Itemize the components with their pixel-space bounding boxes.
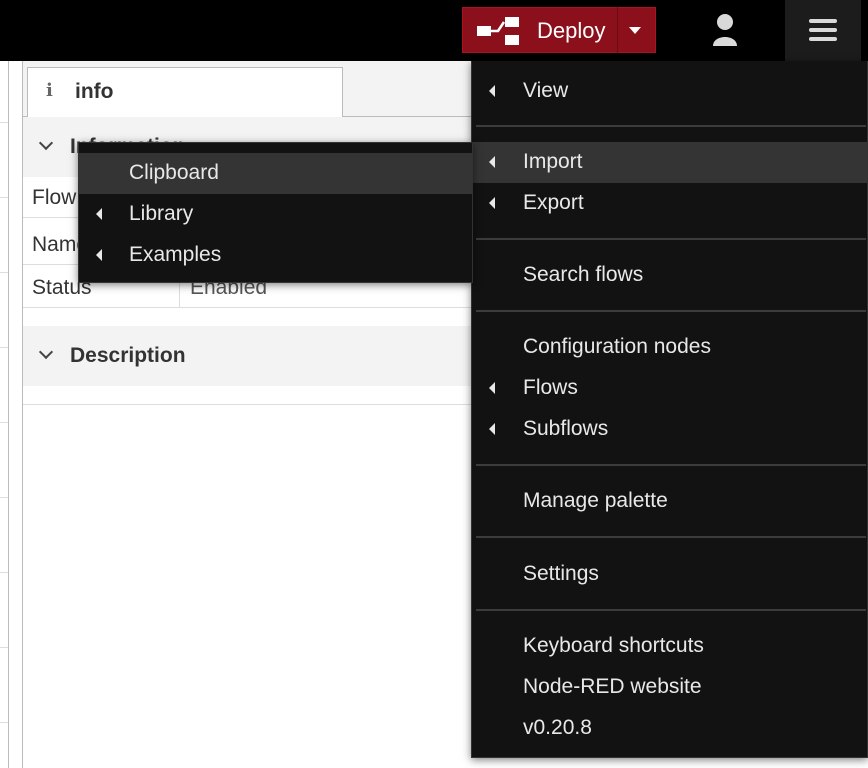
chevron-down-icon xyxy=(38,344,54,360)
menu-item-settings[interactable]: Settings xyxy=(472,554,867,595)
section-description-title: Description xyxy=(70,344,186,367)
workspace-grid-line xyxy=(0,497,8,498)
workspace-grid-line xyxy=(0,422,8,423)
menu-divider xyxy=(476,310,866,312)
caret-left-icon xyxy=(96,249,102,261)
workspace-grid-line xyxy=(0,122,8,123)
menu-divider xyxy=(476,238,866,240)
chevron-down-icon xyxy=(38,135,54,151)
workspace-grid-line xyxy=(0,647,8,648)
tab-info[interactable]: i info xyxy=(27,67,343,118)
menu-item-search-flows[interactable]: Search flows xyxy=(472,255,867,296)
caret-left-icon xyxy=(489,423,495,435)
menu-item-label: Search flows xyxy=(523,263,644,286)
workspace-grid-line xyxy=(0,197,8,198)
section-description-header[interactable]: Description xyxy=(23,326,483,386)
menu-divider xyxy=(476,609,866,611)
description-divider xyxy=(23,404,483,405)
menu-item-label: Keyboard shortcuts xyxy=(523,634,704,657)
menu-item-label: Subflows xyxy=(523,417,609,440)
info-icon: i xyxy=(46,80,53,101)
workspace-grid-line xyxy=(0,347,8,348)
tab-info-label: info xyxy=(75,80,114,103)
submenu-item-label: Library xyxy=(129,202,194,225)
menu-item-label: Export xyxy=(523,191,584,214)
menu-item-keyboard-shortcuts[interactable]: Keyboard shortcuts xyxy=(472,626,867,667)
user-button[interactable] xyxy=(703,10,747,50)
header-bar: Deploy xyxy=(0,0,868,61)
workspace-canvas[interactable] xyxy=(0,61,9,768)
submenu-item-clipboard[interactable]: Clipboard xyxy=(79,153,472,194)
menu-item-label: Configuration nodes xyxy=(523,335,711,358)
version-label: v0.20.8 xyxy=(523,716,592,739)
deploy-label: Deploy xyxy=(537,18,606,43)
deploy-separator xyxy=(617,7,618,53)
caret-left-icon xyxy=(489,156,495,168)
menu-item-export[interactable]: Export xyxy=(472,183,867,224)
menu-item-flows[interactable]: Flows xyxy=(472,368,867,409)
main-menu: View Import Export Search flows Configur… xyxy=(471,61,868,758)
import-submenu: Clipboard Library Examples xyxy=(78,142,473,283)
menu-item-label: Flows xyxy=(523,376,578,399)
submenu-item-examples[interactable]: Examples xyxy=(79,235,472,276)
caret-left-icon xyxy=(489,85,495,97)
menu-item-label: View xyxy=(523,79,569,102)
menu-item-version: v0.20.8 xyxy=(472,708,867,749)
caret-left-icon xyxy=(96,208,102,220)
menu-item-configuration-nodes[interactable]: Configuration nodes xyxy=(472,327,867,368)
submenu-item-library[interactable]: Library xyxy=(79,194,472,235)
menu-item-label: Import xyxy=(523,150,583,173)
user-icon xyxy=(713,14,737,46)
menu-item-label: Node-RED website xyxy=(523,675,702,698)
menu-item-view[interactable]: View xyxy=(472,71,867,112)
main-menu-button[interactable] xyxy=(785,0,861,61)
workspace-grid-line xyxy=(0,272,8,273)
deploy-dropdown-icon[interactable] xyxy=(629,27,641,34)
menu-item-node-red-website[interactable]: Node-RED website xyxy=(472,667,867,708)
menu-item-label: Settings xyxy=(523,562,599,585)
menu-divider xyxy=(476,464,866,466)
submenu-item-label: Clipboard xyxy=(129,161,219,184)
workspace-grid-line xyxy=(0,572,8,573)
caret-left-icon xyxy=(489,382,495,394)
deploy-button[interactable]: Deploy xyxy=(462,7,656,53)
deploy-flow-icon xyxy=(477,17,519,45)
caret-left-icon xyxy=(489,197,495,209)
property-key: Flow xyxy=(32,186,77,209)
menu-item-manage-palette[interactable]: Manage palette xyxy=(472,481,867,522)
menu-divider xyxy=(476,536,866,538)
menu-item-subflows[interactable]: Subflows xyxy=(472,409,867,450)
menu-divider xyxy=(476,125,866,127)
menu-item-import[interactable]: Import xyxy=(472,142,867,183)
menu-item-label: Manage palette xyxy=(523,489,668,512)
workspace-grid-line xyxy=(0,722,8,723)
hamburger-menu-icon xyxy=(809,19,837,23)
submenu-item-label: Examples xyxy=(129,243,222,266)
